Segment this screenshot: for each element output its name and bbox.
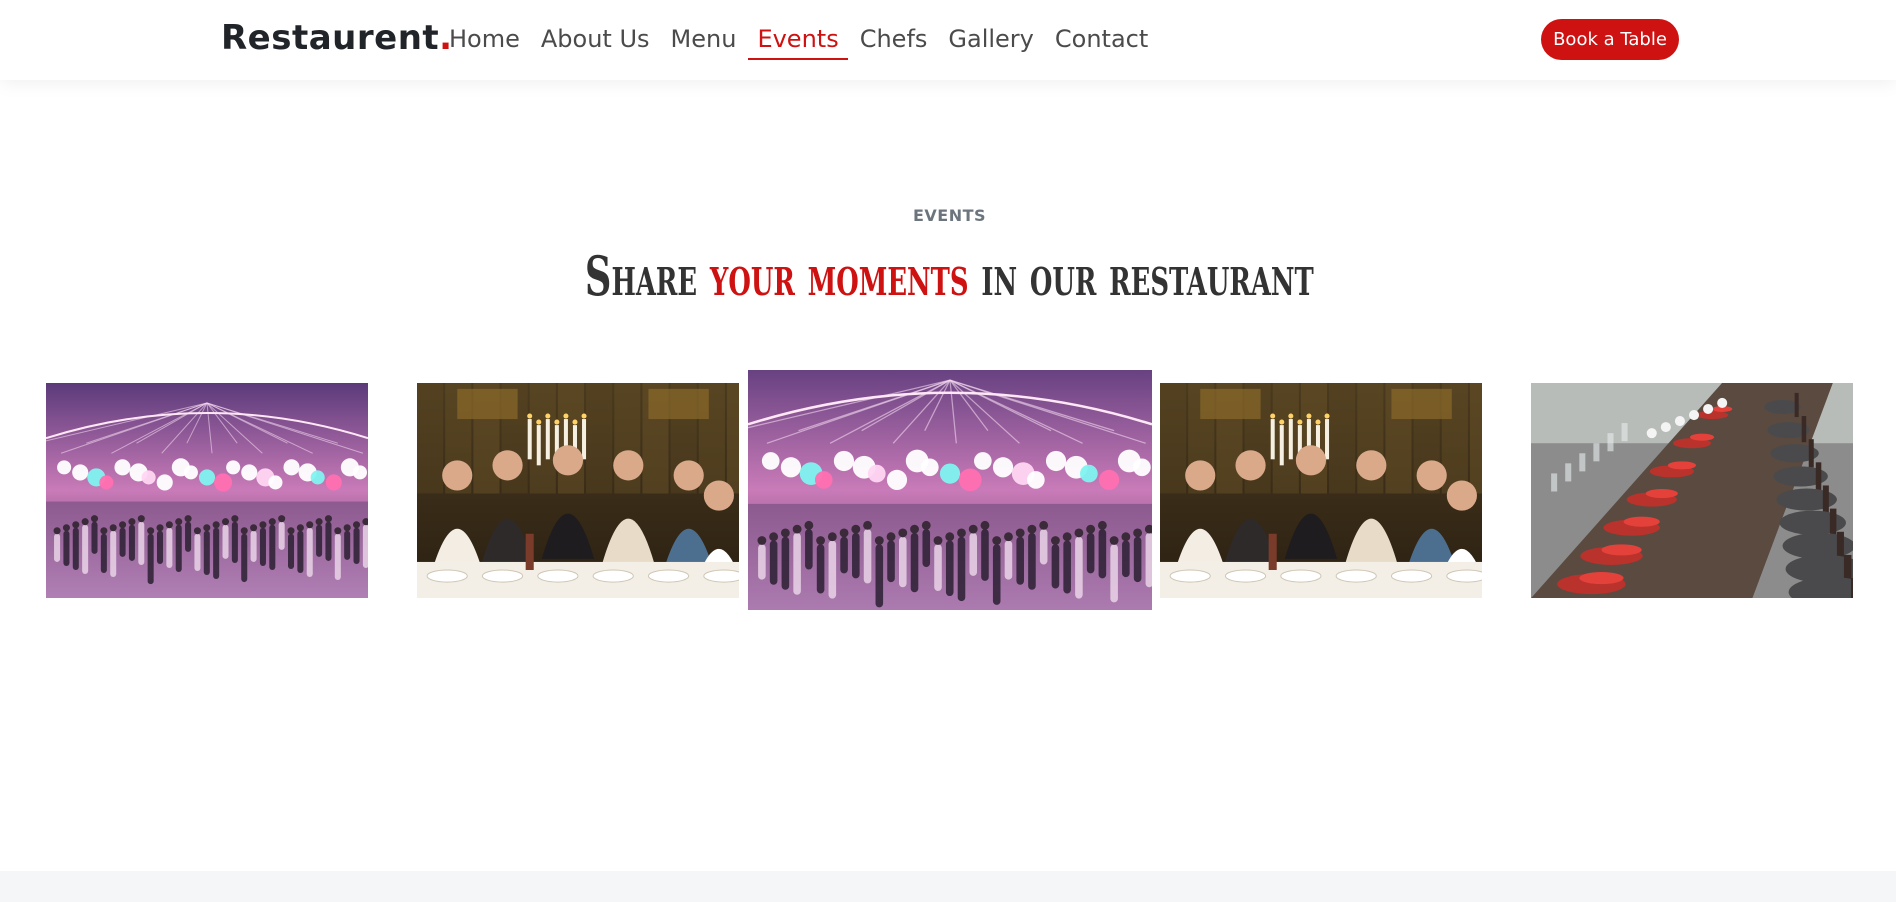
gallery-image-1[interactable]	[46, 383, 368, 598]
section-tag: EVENTS	[912, 206, 987, 225]
gallery-image-4[interactable]	[1160, 383, 1482, 598]
table-setting-photo	[1531, 383, 1853, 598]
nav-menu[interactable]: Menu	[671, 21, 737, 59]
title-post: in our restaurant	[981, 244, 1314, 308]
gallery-image-2[interactable]	[417, 383, 739, 598]
gallery-image-5[interactable]	[1531, 383, 1853, 598]
party-venue-photo	[46, 383, 368, 598]
title-pre: Share	[584, 244, 698, 308]
dinner-toast-photo	[1160, 383, 1482, 598]
brand-name: Restaurent	[221, 18, 440, 58]
section-title: Share your moments in our restaurant	[304, 244, 1595, 308]
nav-gallery[interactable]: Gallery	[948, 21, 1033, 59]
book-table-button[interactable]: Book a Table	[1541, 19, 1679, 60]
nav-about-us[interactable]: About Us	[541, 21, 650, 59]
nav-events[interactable]: Events	[748, 21, 848, 60]
brand-logo[interactable]: Restaurent.	[221, 18, 453, 58]
footer-strip	[0, 871, 1896, 902]
main-nav: Home About Us Menu Events Chefs Gallery …	[437, 0, 1157, 80]
nav-home[interactable]: Home	[449, 21, 520, 59]
party-venue-photo	[748, 370, 1152, 610]
dinner-toast-photo	[417, 383, 739, 598]
nav-chefs[interactable]: Chefs	[860, 21, 928, 59]
gallery-image-3-active[interactable]	[748, 370, 1152, 610]
site-header: Restaurent. Home About Us Menu Events Ch…	[0, 0, 1896, 80]
title-accent: your moments	[709, 244, 969, 308]
nav-contact[interactable]: Contact	[1055, 21, 1148, 59]
